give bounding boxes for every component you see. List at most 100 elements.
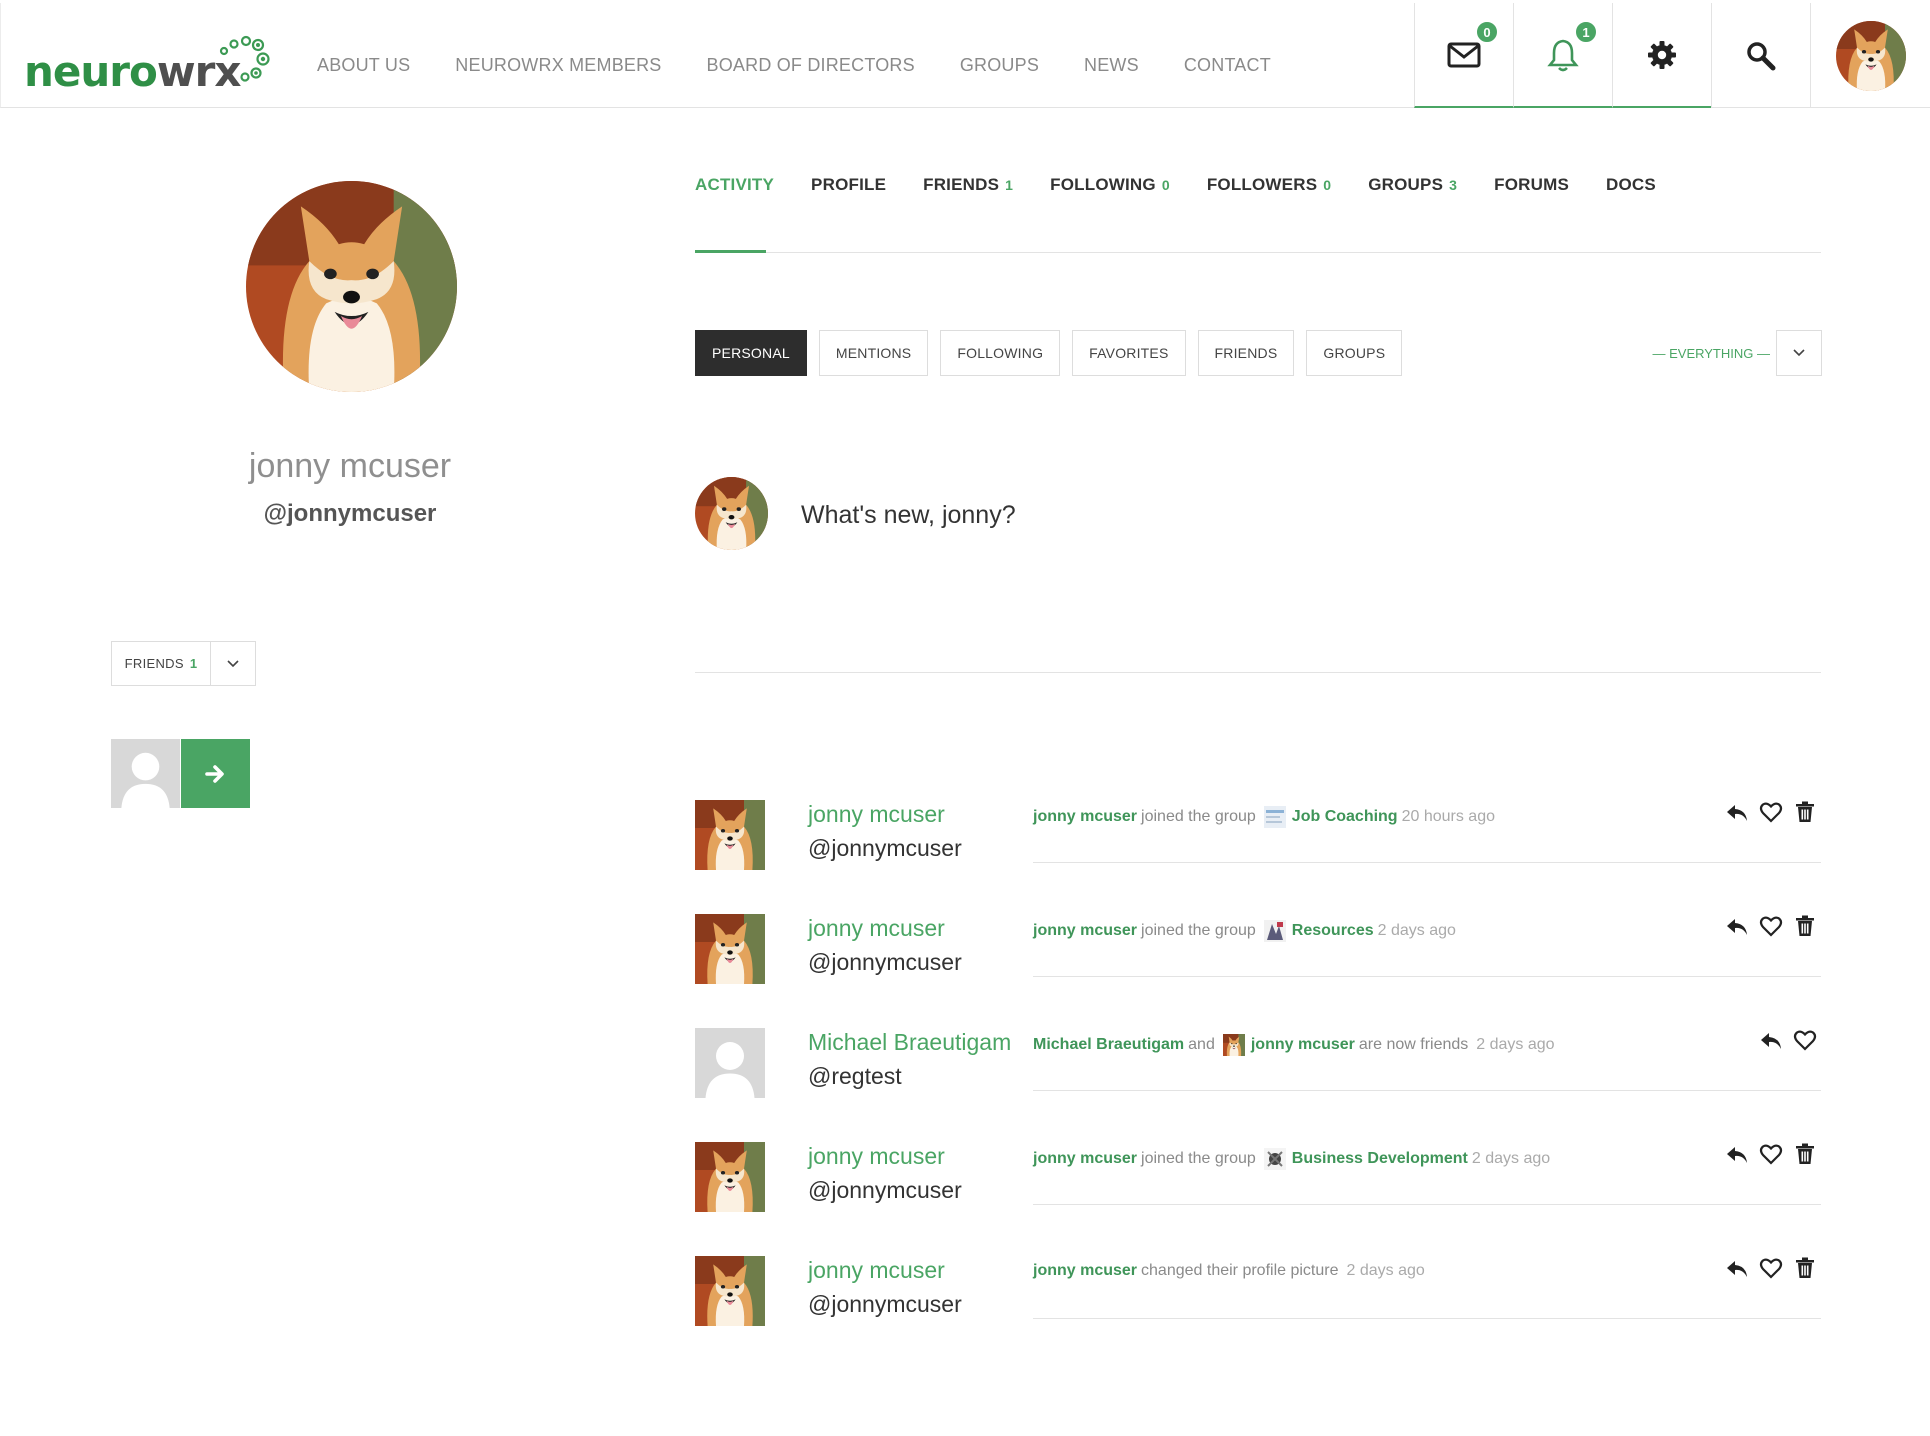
activity-content: jonny mcuser joined the group Job Coachi… xyxy=(1033,806,1733,828)
delete-trash-icon[interactable] xyxy=(1793,1142,1817,1166)
activity-actor-link[interactable]: jonny mcuser xyxy=(1033,922,1137,940)
friends-widget-button[interactable]: FRIENDS 1 xyxy=(111,641,211,686)
site-logo[interactable]: neurowrx xyxy=(24,33,270,96)
messages-button[interactable]: 0 xyxy=(1414,3,1513,108)
activity-actions xyxy=(1725,1142,1817,1166)
favorite-heart-icon[interactable] xyxy=(1759,1256,1783,1280)
settings-button[interactable] xyxy=(1612,3,1711,108)
activity-content: jonny mcuser changed their profile pictu… xyxy=(1033,1262,1425,1280)
friends-count: 1 xyxy=(189,656,198,671)
tab-activity[interactable]: ACTIVITY xyxy=(695,175,774,195)
activity-divider xyxy=(1033,1204,1821,1205)
activity-target-link[interactable]: Job Coaching xyxy=(1292,808,1398,826)
friends-dropdown-toggle[interactable] xyxy=(211,641,256,686)
activity-actions xyxy=(1725,1256,1817,1280)
tab-following[interactable]: FOLLOWING 0 xyxy=(1050,175,1170,195)
user-menu[interactable] xyxy=(1810,3,1930,108)
search-button[interactable] xyxy=(1711,3,1810,108)
activity-avatar[interactable] xyxy=(695,1256,765,1326)
activity-divider xyxy=(1033,1318,1821,1319)
activity-avatar[interactable] xyxy=(695,800,765,870)
nav-contact[interactable]: CONTACT xyxy=(1184,55,1271,76)
tab-forums[interactable]: FORUMS xyxy=(1494,175,1569,195)
nav-members[interactable]: NEUROWRX MEMBERS xyxy=(455,55,661,76)
profile-name: jonny mcuser xyxy=(248,447,452,485)
activity-actor-link[interactable]: jonny mcuser xyxy=(1033,1262,1137,1280)
nav-groups[interactable]: GROUPS xyxy=(960,55,1039,76)
arrow-right-icon xyxy=(204,764,224,783)
favorite-heart-icon[interactable] xyxy=(1759,800,1783,824)
delete-trash-icon[interactable] xyxy=(1793,1256,1817,1280)
profile-avatar[interactable] xyxy=(246,181,457,392)
filter-personal[interactable]: PERSONAL xyxy=(695,330,807,376)
activity-content: Michael Braeutigam and jonny mcuser are … xyxy=(1033,1034,1733,1056)
profile-tabs: ACTIVITY PROFILE FRIENDS 1 FOLLOWING 0 FOL… xyxy=(695,175,1693,195)
tab-followers[interactable]: FOLLOWERS 0 xyxy=(1207,175,1331,195)
filter-friends[interactable]: FRIENDS xyxy=(1197,330,1295,376)
show-filter-dropdown-toggle[interactable] xyxy=(1776,330,1822,376)
activity-divider xyxy=(1033,1090,1821,1091)
activity-actor-link[interactable]: jonny mcuser xyxy=(1033,1150,1137,1168)
chevron-down-icon xyxy=(227,659,239,667)
activity-user-name[interactable]: jonny mcuser xyxy=(808,1257,945,1284)
notifications-button[interactable]: 1 xyxy=(1513,3,1612,108)
activity-timestamp[interactable]: 2 days ago xyxy=(1378,922,1456,940)
whats-new-input[interactable]: What's new, jonny? xyxy=(801,501,1016,530)
activity-avatar[interactable] xyxy=(695,914,765,984)
activity-user-name[interactable]: jonny mcuser xyxy=(808,801,945,828)
activity-target-link[interactable]: jonny mcuser xyxy=(1251,1036,1355,1054)
tab-friends[interactable]: FRIENDS 1 xyxy=(923,175,1013,195)
delete-trash-icon[interactable] xyxy=(1793,800,1817,824)
nav-board-of-directors[interactable]: BOARD OF DIRECTORS xyxy=(707,55,915,76)
activity-actions xyxy=(1759,1028,1817,1052)
activity-user-name[interactable]: jonny mcuser xyxy=(808,1143,945,1170)
filter-groups[interactable]: GROUPS xyxy=(1306,330,1403,376)
activity-timestamp[interactable]: 2 days ago xyxy=(1476,1036,1554,1054)
reply-icon[interactable] xyxy=(1725,800,1749,824)
show-filter-select[interactable]: — EVERYTHING — xyxy=(1640,346,1770,361)
tab-docs[interactable]: DOCS xyxy=(1606,175,1656,195)
activity-avatar[interactable] xyxy=(695,1028,765,1098)
reply-icon[interactable] xyxy=(1725,1142,1749,1166)
group-thumbnail xyxy=(1263,920,1286,942)
activity-timestamp[interactable]: 2 days ago xyxy=(1472,1150,1550,1168)
header-avatar xyxy=(1836,21,1906,91)
activity-actor-link[interactable]: Michael Braeutigam xyxy=(1033,1036,1184,1054)
activity-timestamp[interactable]: 2 days ago xyxy=(1346,1262,1424,1280)
favorite-heart-icon[interactable] xyxy=(1793,1028,1817,1052)
activity-actions xyxy=(1725,914,1817,938)
filter-favorites[interactable]: FAVORITES xyxy=(1072,330,1186,376)
activity-item: jonny mcuser @jonnymcuser jonny mcuser j… xyxy=(695,1142,1821,1256)
view-friends-button[interactable] xyxy=(181,739,250,808)
gear-icon xyxy=(1648,40,1676,69)
activity-item: Michael Braeutigam @regtest Michael Brae… xyxy=(695,1028,1821,1142)
logo-wordmark: neurowrx xyxy=(24,47,241,96)
nav-news[interactable]: NEWS xyxy=(1084,55,1139,76)
friend-thumbnail xyxy=(1223,1034,1245,1056)
tab-profile[interactable]: PROFILE xyxy=(811,175,886,195)
reply-icon[interactable] xyxy=(1759,1028,1783,1052)
activity-user-handle: @jonnymcuser xyxy=(808,1177,962,1203)
main-nav: ABOUT US NEUROWRX MEMBERS BOARD OF DIREC… xyxy=(317,55,1316,76)
tab-groups[interactable]: GROUPS 3 xyxy=(1368,175,1457,195)
friend-avatar[interactable] xyxy=(111,739,180,808)
activity-user-name[interactable]: jonny mcuser xyxy=(808,915,945,942)
activity-target-link[interactable]: Business Development xyxy=(1292,1150,1468,1168)
favorite-heart-icon[interactable] xyxy=(1759,1142,1783,1166)
activity-avatar[interactable] xyxy=(695,1142,765,1212)
filter-following[interactable]: FOLLOWING xyxy=(940,330,1061,376)
reply-icon[interactable] xyxy=(1725,914,1749,938)
activity-divider xyxy=(1033,862,1821,863)
reply-icon[interactable] xyxy=(1725,1256,1749,1280)
delete-trash-icon[interactable] xyxy=(1793,914,1817,938)
favorite-heart-icon[interactable] xyxy=(1759,914,1783,938)
active-tab-indicator xyxy=(695,250,766,253)
nav-about-us[interactable]: ABOUT US xyxy=(317,55,410,76)
activity-actor-link[interactable]: jonny mcuser xyxy=(1033,808,1137,826)
activity-timestamp[interactable]: 20 hours ago xyxy=(1402,808,1495,826)
mail-icon xyxy=(1447,42,1481,67)
activity-user-name[interactable]: Michael Braeutigam xyxy=(808,1029,1011,1056)
activity-user-handle: @jonnymcuser xyxy=(808,949,962,975)
activity-target-link[interactable]: Resources xyxy=(1292,922,1374,940)
filter-mentions[interactable]: MENTIONS xyxy=(818,330,929,376)
